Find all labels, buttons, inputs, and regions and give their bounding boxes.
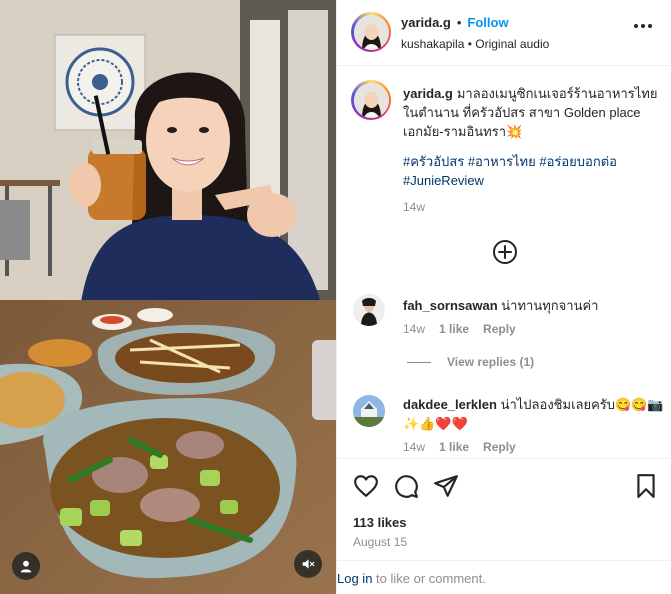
comment-meta: 14w 1 like Reply <box>403 440 516 454</box>
view-replies-label: View replies (1) <box>447 355 535 369</box>
comment-meta: 14w 1 like Reply <box>403 322 516 336</box>
avatar-image <box>353 82 389 118</box>
caption-text: yarida.g มาลองเมนูซิกเนเจอร์ร้านอาหารไทยใ… <box>403 84 665 141</box>
author-username[interactable]: yarida.g <box>401 15 451 30</box>
caption-avatar[interactable] <box>351 80 391 120</box>
comment-time[interactable]: 14w <box>403 440 425 454</box>
commenter-avatar[interactable] <box>353 294 385 326</box>
comment-likes[interactable]: 1 like <box>439 322 469 336</box>
comment-text: dakdee_lerklen น่าไปลองชิมเลยครับ😋😋📷✨👍❤️… <box>403 395 665 433</box>
comment-text: fah_sornsawan น่าทานทุกจานค่า <box>403 296 665 315</box>
reply-button[interactable]: Reply <box>483 440 516 454</box>
commenter-username[interactable]: dakdee_lerklen <box>403 397 497 412</box>
like-count[interactable]: 113 likes <box>353 515 407 530</box>
separator-dot: • <box>456 15 462 30</box>
caption-username[interactable]: yarida.g <box>403 86 453 101</box>
divider-line <box>407 361 431 363</box>
reply-button[interactable]: Reply <box>483 322 516 336</box>
speaker-muted-icon <box>302 559 315 569</box>
hashtag-link[interactable]: #ครัวอัปสร <box>403 154 464 169</box>
heart-icon[interactable] <box>353 473 379 499</box>
post-photo <box>0 0 336 594</box>
login-prompt: Log in to like or comment. <box>337 560 671 594</box>
login-link[interactable]: Log in <box>337 571 372 586</box>
login-prompt-text: to like or comment. <box>372 571 486 586</box>
more-horizontal-icon <box>634 24 638 28</box>
comment-icon[interactable] <box>393 473 419 499</box>
follow-button[interactable]: Follow <box>467 15 508 30</box>
avatar-image <box>353 395 385 427</box>
tag-button[interactable] <box>12 552 40 580</box>
share-icon[interactable] <box>433 473 459 499</box>
commenter-username[interactable]: fah_sornsawan <box>403 298 498 313</box>
view-replies-button[interactable]: View replies (1) <box>407 355 534 369</box>
bookmark-icon[interactable] <box>633 473 659 499</box>
plus-circle-icon[interactable] <box>492 239 518 265</box>
commenter-avatar[interactable] <box>353 395 385 427</box>
avatar-image <box>353 14 389 50</box>
action-bar <box>337 458 671 514</box>
post-date[interactable]: August 15 <box>353 535 407 549</box>
caption-hashtags: #ครัวอัปสร #อาหารไทย #อร่อยบอกต่อ #Junie… <box>403 152 663 190</box>
hashtag-link[interactable]: #JunieReview <box>403 173 484 188</box>
comment-time[interactable]: 14w <box>403 322 425 336</box>
comment-body: น่าทานทุกจานค่า <box>501 298 599 313</box>
more-options-button[interactable] <box>634 24 652 28</box>
post-header: yarida.g • Follow kushakapila • Original… <box>337 0 671 66</box>
avatar-image <box>353 294 385 326</box>
hashtag-link[interactable]: #อร่อยบอกต่อ <box>539 154 617 169</box>
author-avatar[interactable] <box>351 12 391 52</box>
user-tag-icon <box>20 560 32 573</box>
comment-likes[interactable]: 1 like <box>439 440 469 454</box>
audio-info[interactable]: kushakapila • Original audio <box>401 37 549 51</box>
mute-button[interactable] <box>294 550 322 578</box>
post-media[interactable] <box>0 0 336 594</box>
hashtag-link[interactable]: #อาหารไทย <box>468 154 536 169</box>
post-side-panel: yarida.g • Follow kushakapila • Original… <box>336 0 671 594</box>
caption-timestamp[interactable]: 14w <box>403 200 425 214</box>
